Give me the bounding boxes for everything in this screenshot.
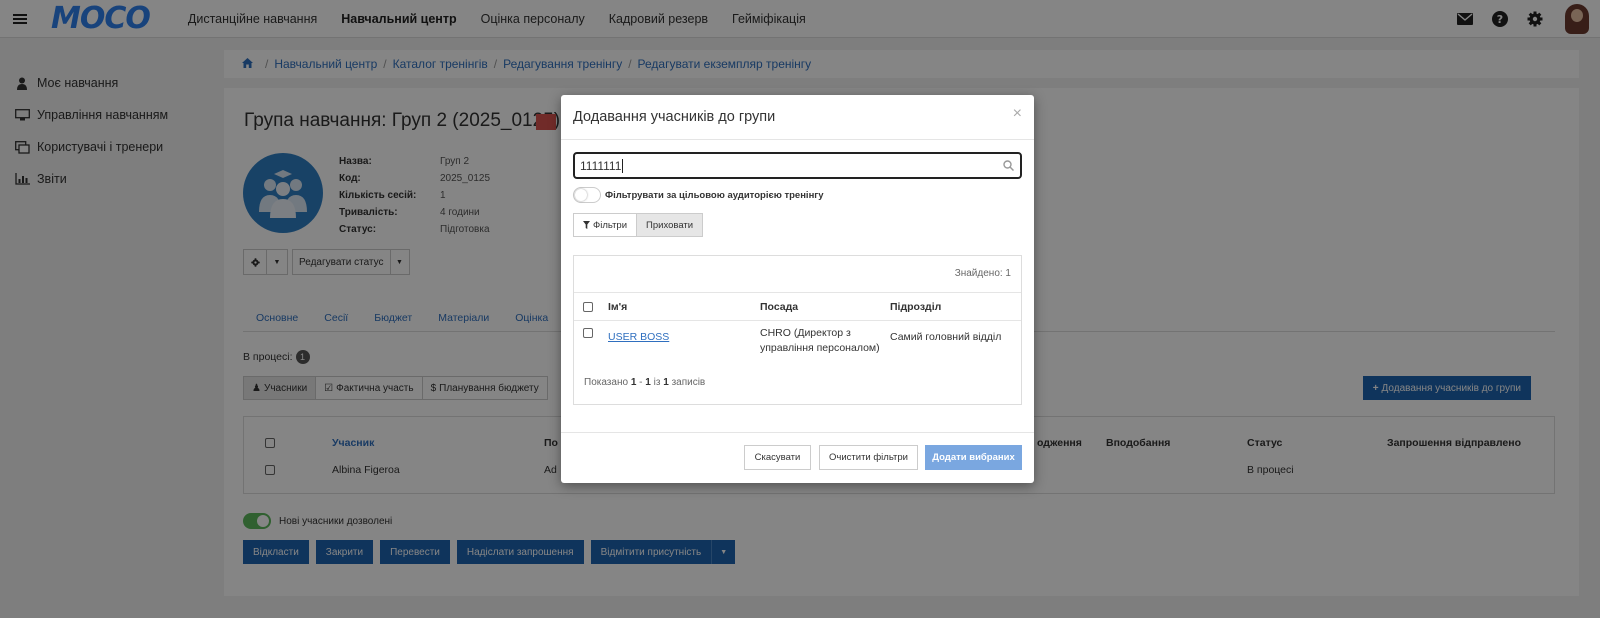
- select-all-checkbox[interactable]: [583, 302, 593, 312]
- divider: [574, 292, 1021, 293]
- text-caret: [622, 158, 624, 173]
- cancel-button[interactable]: Скасувати: [744, 445, 811, 470]
- filters-label: Фільтри: [593, 219, 628, 231]
- user-name-link[interactable]: USER BOSS: [608, 331, 669, 343]
- col-position: Посада: [760, 301, 799, 313]
- filter-buttons: Фільтри Приховати: [573, 213, 704, 237]
- divider: [574, 320, 1021, 321]
- audience-filter-row: Фільтрувати за цільовою аудиторією трені…: [573, 187, 824, 203]
- results-header: Ім'я Посада Підрозділ: [574, 294, 1021, 320]
- add-selected-button[interactable]: Додати вибраних: [925, 445, 1022, 470]
- pagination-text: записів: [671, 377, 706, 388]
- search-icon[interactable]: [1003, 160, 1015, 174]
- results-row: USER BOSS CHRO (Директор з управління пе…: [574, 326, 1021, 360]
- search-input[interactable]: 1111111: [573, 152, 1022, 179]
- user-department: Самий головний відділ: [890, 331, 1002, 343]
- divider: [561, 432, 1034, 433]
- pagination-text: Показано: [584, 377, 629, 388]
- found-count: Знайдено: 1: [954, 268, 1011, 279]
- col-department: Підрозділ: [890, 301, 942, 313]
- pagination-to: 1: [645, 377, 651, 388]
- pagination-from: 1: [630, 377, 637, 388]
- user-position: CHRO (Директор з управління персоналом): [760, 327, 880, 354]
- add-participants-modal: Додавання учасників до групи × 1111111 Ф…: [561, 95, 1034, 483]
- col-name: Ім'я: [608, 301, 628, 313]
- clear-filters-button[interactable]: Очистити фільтри: [819, 445, 918, 470]
- modal-title: Додавання учасників до групи: [573, 109, 776, 125]
- divider: [561, 139, 1034, 140]
- row-checkbox[interactable]: [583, 328, 593, 338]
- audience-filter-label: Фільтрувати за цільовою аудиторією трені…: [605, 189, 824, 201]
- search-value: 1111111: [580, 158, 622, 173]
- pagination-text: із: [653, 377, 661, 388]
- filters-button[interactable]: Фільтри: [573, 213, 638, 237]
- close-icon[interactable]: ×: [1013, 105, 1022, 123]
- hide-filters-button[interactable]: Приховати: [636, 213, 704, 237]
- pagination-dash: -: [639, 377, 643, 388]
- pagination-total: 1: [663, 377, 669, 388]
- pagination-info: Показано 1 - 1 із 1 записів: [584, 377, 705, 388]
- filter-icon: [583, 221, 590, 229]
- results-panel: Знайдено: 1 Ім'я Посада Підрозділ USER B…: [573, 255, 1022, 405]
- audience-filter-toggle[interactable]: [573, 187, 601, 203]
